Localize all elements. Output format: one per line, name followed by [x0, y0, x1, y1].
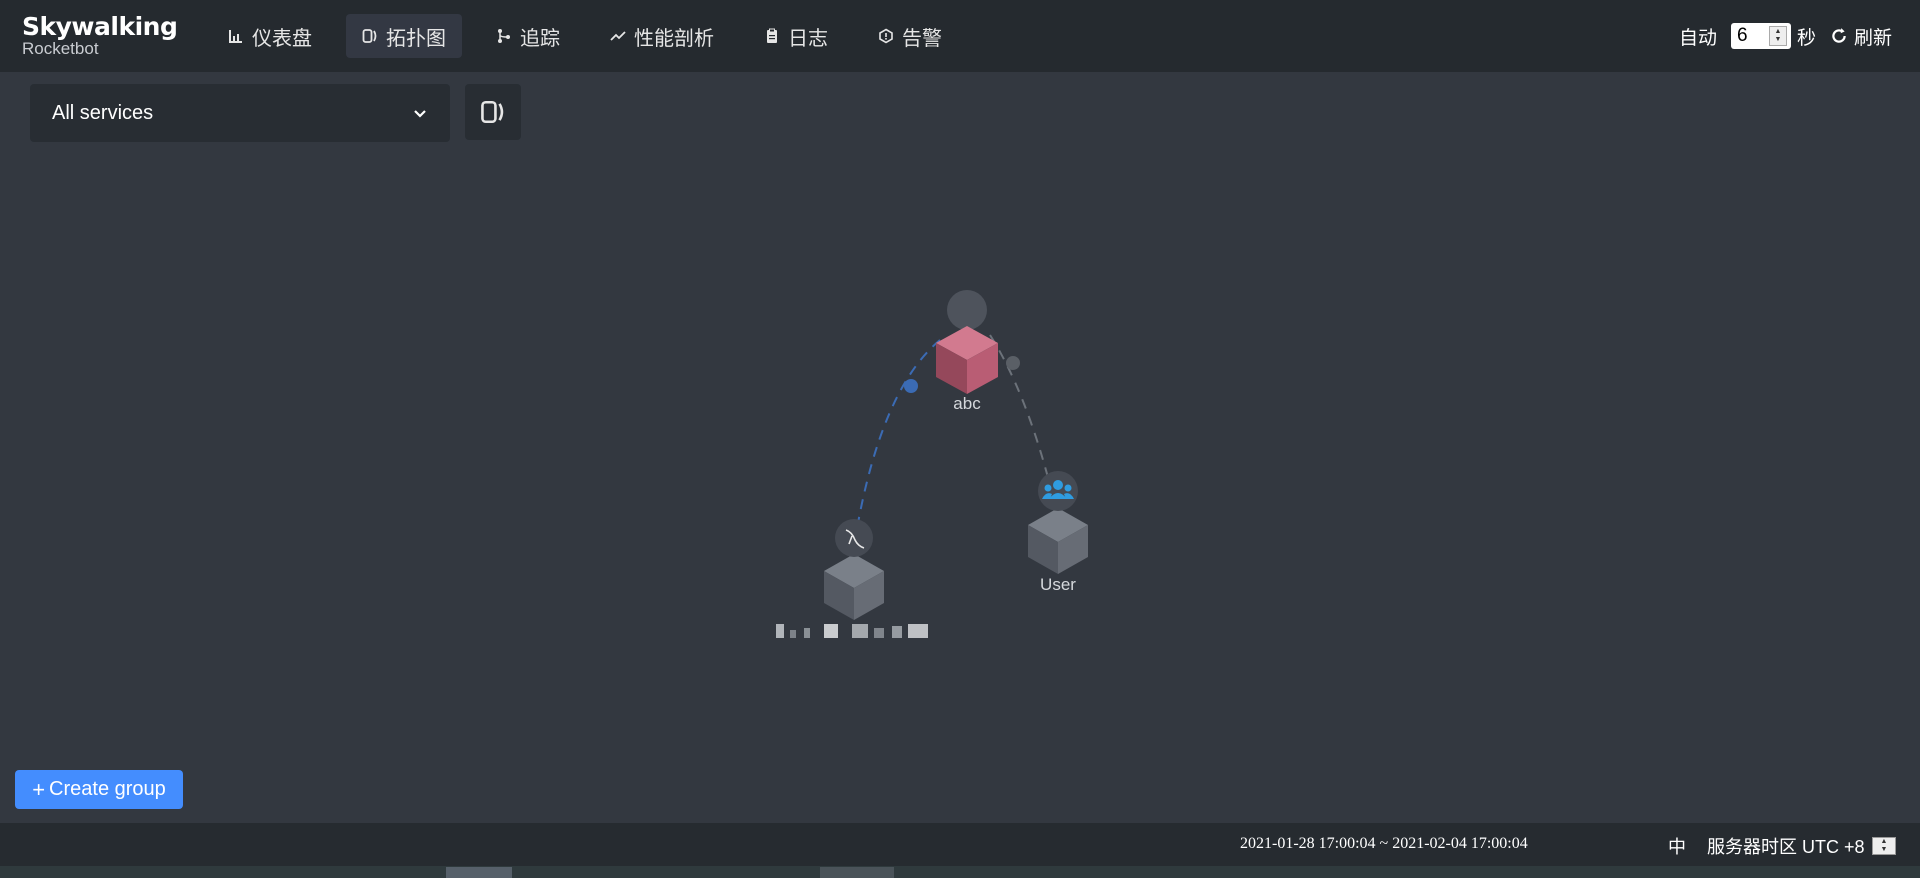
refresh-icon — [1832, 28, 1846, 43]
time-range-picker[interactable]: 2021-01-28 17:00:04 ~ 2021-02-04 17:00:0… — [1240, 835, 1528, 853]
create-group-label: Create group — [49, 778, 166, 800]
footer-status-bar: 2021-01-28 17:00:04 ~ 2021-02-04 17:00:0… — [0, 823, 1920, 866]
main-nav: 仪表盘 拓扑图 追踪 性能剖析 日志 告警 — [212, 14, 976, 58]
edge-handle[interactable] — [1006, 356, 1020, 370]
obscured-node-label — [776, 624, 928, 638]
topology-canvas[interactable]: abc User — [0, 150, 1920, 750]
nav-item-topology[interactable]: 拓扑图 — [346, 14, 462, 58]
auto-refresh-toggle[interactable]: 自动 — [1679, 23, 1717, 50]
skywalking-logo[interactable]: Skywalking Rocketbot — [22, 12, 178, 68]
edge-handle[interactable] — [904, 379, 918, 393]
top-navigation-bar: Skywalking Rocketbot 仪表盘 拓扑图 追踪 性能剖析 日志 … — [0, 0, 1920, 72]
create-group-button[interactable]: + Create group — [15, 770, 183, 809]
node-label-abc: abc — [953, 394, 981, 413]
nav-item-trace[interactable]: 追踪 — [480, 14, 576, 58]
alarm-icon — [879, 28, 893, 44]
node-label-user: User — [1040, 575, 1076, 594]
chart-icon — [229, 30, 242, 43]
plus-icon: + — [32, 776, 46, 802]
trend-icon — [610, 31, 626, 41]
horizontal-scrollbar[interactable] — [0, 866, 1920, 878]
logo-subtitle: Rocketbot — [22, 39, 99, 58]
edge-abc-database[interactable] — [854, 339, 941, 541]
trace-icon — [498, 29, 510, 43]
nav-item-dashboard[interactable]: 仪表盘 — [212, 14, 328, 58]
nav-item-label: 追踪 — [520, 27, 560, 50]
refresh-interval-input[interactable]: 6 ▲ ▼ — [1730, 23, 1791, 49]
timezone-label: 服务器时区 UTC +8 — [1707, 837, 1865, 857]
timezone-spinner[interactable]: ▲ ▼ — [1872, 837, 1896, 855]
refresh-label: 刷新 — [1853, 27, 1892, 49]
nav-item-label: 拓扑图 — [386, 27, 446, 50]
topology-icon — [481, 100, 504, 124]
refresh-button[interactable]: 刷新 — [1830, 23, 1892, 50]
topology-layout-button[interactable] — [465, 84, 521, 140]
language-toggle[interactable]: 中 — [1668, 833, 1686, 859]
nav-item-label: 性能剖析 — [634, 27, 714, 50]
node-user[interactable] — [1028, 471, 1088, 574]
node-database[interactable] — [824, 519, 884, 620]
nav-item-label: 告警 — [902, 27, 942, 50]
nav-item-profiling[interactable]: 性能剖析 — [594, 14, 730, 58]
nav-item-alarm[interactable]: 告警 — [862, 14, 958, 58]
interval-unit-label: 秒 — [1796, 27, 1816, 49]
topology-graph — [776, 290, 1088, 638]
service-select-value: All services — [52, 101, 154, 124]
scrollbar-thumb[interactable] — [446, 867, 512, 878]
nav-item-logs[interactable]: 日志 — [748, 14, 844, 58]
edge-abc-user[interactable] — [989, 334, 1051, 486]
nav-item-label: 仪表盘 — [252, 27, 312, 50]
clipboard-icon — [767, 28, 777, 43]
nav-item-label: 日志 — [788, 27, 828, 50]
topology-icon — [362, 29, 377, 43]
chevron-down-icon — [414, 110, 426, 118]
refresh-interval-value: 6 — [1736, 25, 1748, 46]
service-select[interactable]: All services — [30, 84, 450, 142]
node-abc[interactable] — [936, 290, 998, 394]
logo-title: Skywalking — [22, 12, 178, 41]
scrollbar-thumb[interactable] — [820, 867, 894, 878]
interval-spinner[interactable]: ▲ ▼ — [1768, 26, 1787, 46]
header-controls: 自动 6 ▲ ▼ 秒 刷新 — [1679, 0, 1920, 72]
